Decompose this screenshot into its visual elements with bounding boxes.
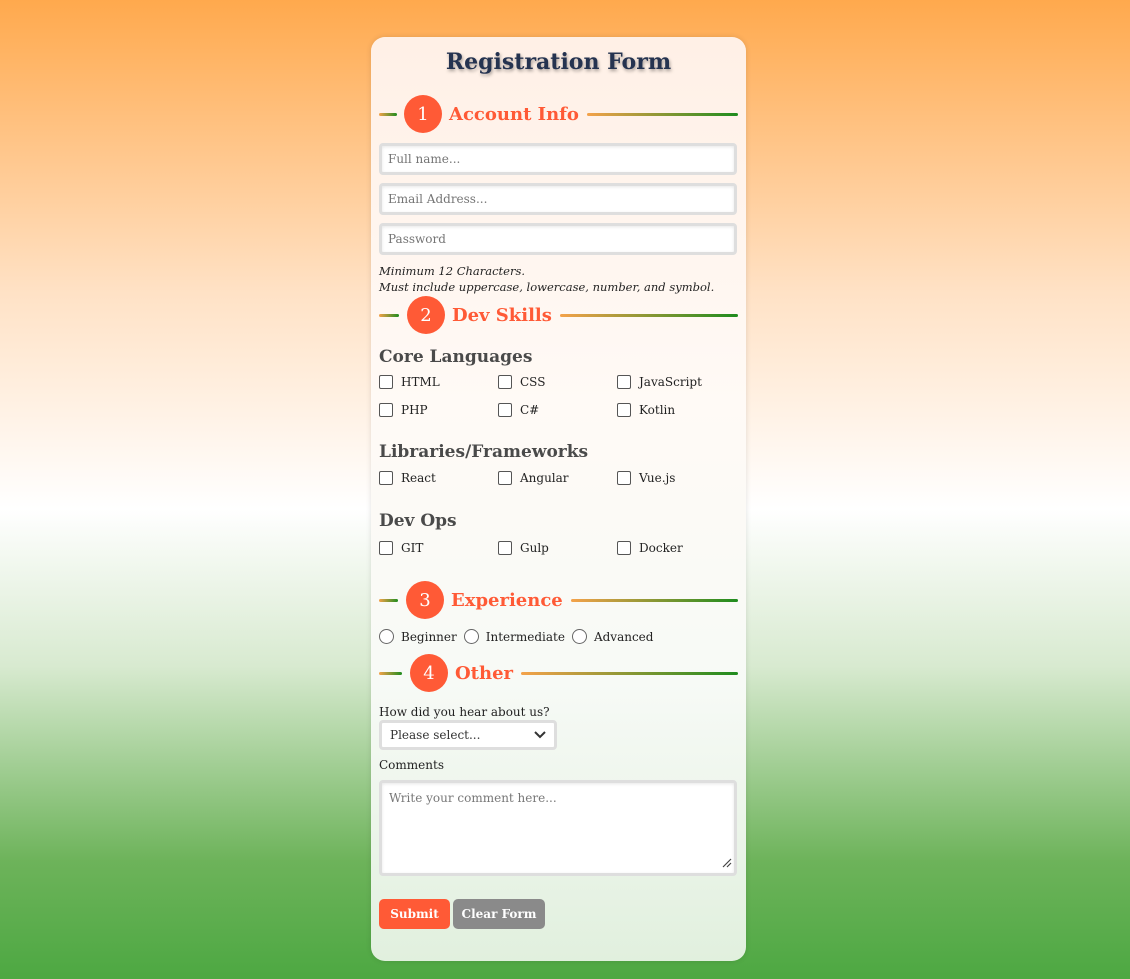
libraries-grid: React Angular Vue.js <box>379 470 738 486</box>
checkbox-box[interactable] <box>498 471 512 485</box>
radio-label: Intermediate <box>485 629 565 644</box>
section-title: Account Info <box>449 103 579 125</box>
full-name-input[interactable] <box>379 143 737 175</box>
radio-circle[interactable] <box>379 629 394 644</box>
section-title: Dev Skills <box>452 304 552 326</box>
checkbox-box[interactable] <box>379 541 393 555</box>
checkbox-react[interactable]: React <box>379 470 498 486</box>
radio-label: Advanced <box>593 629 654 644</box>
step-number: 3 <box>406 581 444 619</box>
divider-line <box>379 112 397 116</box>
step-number: 1 <box>404 95 442 133</box>
password-input[interactable] <box>379 223 737 255</box>
radio-label: Beginner <box>401 629 457 644</box>
checkbox-label: Angular <box>520 471 569 485</box>
checkbox-javascript[interactable]: JavaScript <box>617 374 737 390</box>
divider-line <box>521 671 738 675</box>
step-number: 4 <box>410 654 448 692</box>
comments-textarea[interactable]: Write your comment here... <box>379 780 737 876</box>
checkbox-docker[interactable]: Docker <box>617 540 737 556</box>
checkbox-label: Docker <box>639 541 683 555</box>
checkbox-box[interactable] <box>617 403 631 417</box>
section-experience-header: 3 Experience <box>379 580 738 620</box>
comments-label: Comments <box>379 758 444 772</box>
divider-line <box>379 671 402 675</box>
clear-form-button[interactable]: Clear Form <box>453 899 545 929</box>
checkbox-csharp[interactable]: C# <box>498 402 617 418</box>
hear-about-label: How did you hear about us? <box>379 705 550 719</box>
checkbox-label: JavaScript <box>639 375 702 389</box>
checkbox-label: React <box>401 471 436 485</box>
resize-handle-icon[interactable] <box>722 857 732 871</box>
registration-card: Registration Form 1 Account Info Minimum… <box>371 37 746 961</box>
core-languages-grid: HTML CSS JavaScript PHP C# Kotlin <box>379 374 738 418</box>
checkbox-box[interactable] <box>617 541 631 555</box>
password-hint-line1: Minimum 12 Characters. <box>379 264 526 278</box>
divider-line <box>586 112 738 116</box>
checkbox-label: HTML <box>401 375 440 389</box>
divider-line <box>570 598 738 602</box>
radio-intermediate[interactable]: Intermediate <box>463 629 565 644</box>
checkbox-box[interactable] <box>379 403 393 417</box>
section-title: Experience <box>451 589 563 611</box>
devops-title: Dev Ops <box>379 511 457 531</box>
email-input[interactable] <box>379 183 737 215</box>
divider-line <box>379 313 399 317</box>
checkbox-label: Vue.js <box>639 471 676 485</box>
checkbox-label: PHP <box>401 403 428 417</box>
radio-beginner[interactable]: Beginner <box>379 629 457 644</box>
step-number: 2 <box>407 296 445 334</box>
checkbox-label: Gulp <box>520 541 549 555</box>
checkbox-box[interactable] <box>498 541 512 555</box>
checkbox-html[interactable]: HTML <box>379 374 498 390</box>
checkbox-label: CSS <box>520 375 546 389</box>
radio-circle[interactable] <box>571 629 587 644</box>
core-languages-title: Core Languages <box>379 347 533 367</box>
checkbox-gulp[interactable]: Gulp <box>498 540 617 556</box>
section-account-header: 1 Account Info <box>379 94 738 134</box>
submit-button[interactable]: Submit <box>379 899 450 929</box>
section-title: Other <box>455 662 514 684</box>
select-value: Please select... <box>390 728 481 742</box>
password-hint-line2: Must include uppercase, lowercase, numbe… <box>379 280 715 294</box>
devops-grid: GIT Gulp Docker <box>379 540 738 556</box>
hear-about-select[interactable]: Please select... <box>379 720 557 750</box>
checkbox-box[interactable] <box>379 375 393 389</box>
password-hint: Minimum 12 Characters. Must include uppe… <box>379 263 738 295</box>
checkbox-kotlin[interactable]: Kotlin <box>617 402 737 418</box>
radio-advanced[interactable]: Advanced <box>571 629 654 644</box>
section-other-header: 4 Other <box>379 653 738 693</box>
experience-radio-group: Beginner Intermediate Advanced <box>379 629 738 644</box>
checkbox-box[interactable] <box>498 403 512 417</box>
checkbox-vuejs[interactable]: Vue.js <box>617 470 737 486</box>
chevron-down-icon <box>534 728 546 742</box>
divider-line <box>379 598 398 602</box>
comments-placeholder: Write your comment here... <box>389 791 557 805</box>
checkbox-css[interactable]: CSS <box>498 374 617 390</box>
checkbox-box[interactable] <box>379 471 393 485</box>
checkbox-git[interactable]: GIT <box>379 540 498 556</box>
checkbox-angular[interactable]: Angular <box>498 470 617 486</box>
checkbox-box[interactable] <box>617 375 631 389</box>
checkbox-label: GIT <box>401 541 424 555</box>
checkbox-php[interactable]: PHP <box>379 402 498 418</box>
section-skills-header: 2 Dev Skills <box>379 295 738 335</box>
checkbox-label: Kotlin <box>639 403 676 417</box>
checkbox-box[interactable] <box>617 471 631 485</box>
radio-circle[interactable] <box>463 629 479 644</box>
page-title: Registration Form <box>445 49 672 75</box>
checkbox-box[interactable] <box>498 375 512 389</box>
libraries-title: Libraries/Frameworks <box>379 442 589 462</box>
form-actions: Submit Clear Form <box>379 899 738 929</box>
checkbox-label: C# <box>520 403 540 417</box>
divider-line <box>559 313 738 317</box>
